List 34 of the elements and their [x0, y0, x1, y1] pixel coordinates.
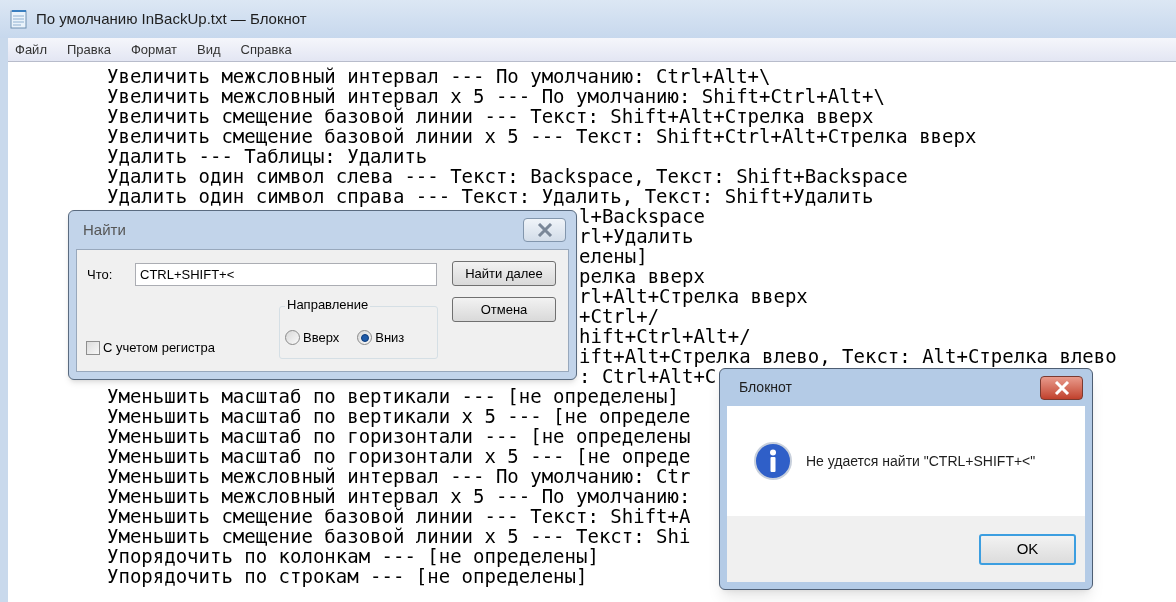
text-line: Уменьшить масштаб по вертикали --- [не определены] [107, 385, 679, 407]
radio-button[interactable]: Вверх [285, 328, 340, 348]
text-line: Удалить --- Таблицы: Удалить [107, 145, 428, 167]
dialog-title: Найти [83, 219, 126, 240]
close-icon [536, 223, 553, 237]
text-line: ift+Alt+Стрелка влево, Текст: Alt+Стрелка влево [579, 345, 1117, 367]
text-line: Уменьшить смещение базовой линии x 5 --- Текст: Shi [107, 525, 691, 547]
match-case-checkbox[interactable]: С учетом регистра [86, 338, 216, 358]
text-line: Увеличить межсловный интервал --- По умолчанию: Ctrl+Alt+\ [107, 65, 771, 87]
text-line: hift+Ctrl+Alt+/ [579, 325, 751, 347]
window-title: По умолчанию InBackUp.txt — Блокнот [36, 8, 307, 29]
cancel-button[interactable]: Отмена [452, 297, 556, 322]
search-field[interactable]: CTRL+SHIFT+< [135, 263, 437, 286]
what-label: Что: [87, 266, 113, 284]
text-line: Упорядочить по колонкам --- [не определены] [107, 545, 599, 567]
menu-item[interactable]: Формат [130, 39, 178, 60]
close-button[interactable] [1040, 375, 1083, 400]
ok-button[interactable]: OK [979, 533, 1076, 565]
menu-item[interactable]: Правка [66, 39, 111, 60]
text-line: релка вверх [579, 265, 705, 287]
info-icon [754, 442, 792, 480]
find-next-button[interactable]: Найти далее [452, 261, 556, 286]
text-line: l+Backspace [579, 205, 705, 227]
menu-item[interactable]: Справка [240, 39, 292, 60]
menu-item[interactable]: Файл [15, 39, 47, 60]
radio-button[interactable]: Вниз [357, 328, 405, 348]
notepad-icon [10, 9, 28, 29]
dialog-title: Блокнот [739, 378, 792, 397]
close-icon [1053, 380, 1070, 395]
text-line: Удалить один символ слева --- Текст: Backspace, Текст: Shift+Backspace [107, 165, 908, 187]
text-line: +Ctrl+/ [579, 305, 660, 327]
menu-item[interactable]: Вид [197, 39, 221, 60]
text-line: елены] [579, 245, 648, 267]
message-text: Не удается найти "CTRL+SHIFT+<" [806, 451, 1036, 471]
